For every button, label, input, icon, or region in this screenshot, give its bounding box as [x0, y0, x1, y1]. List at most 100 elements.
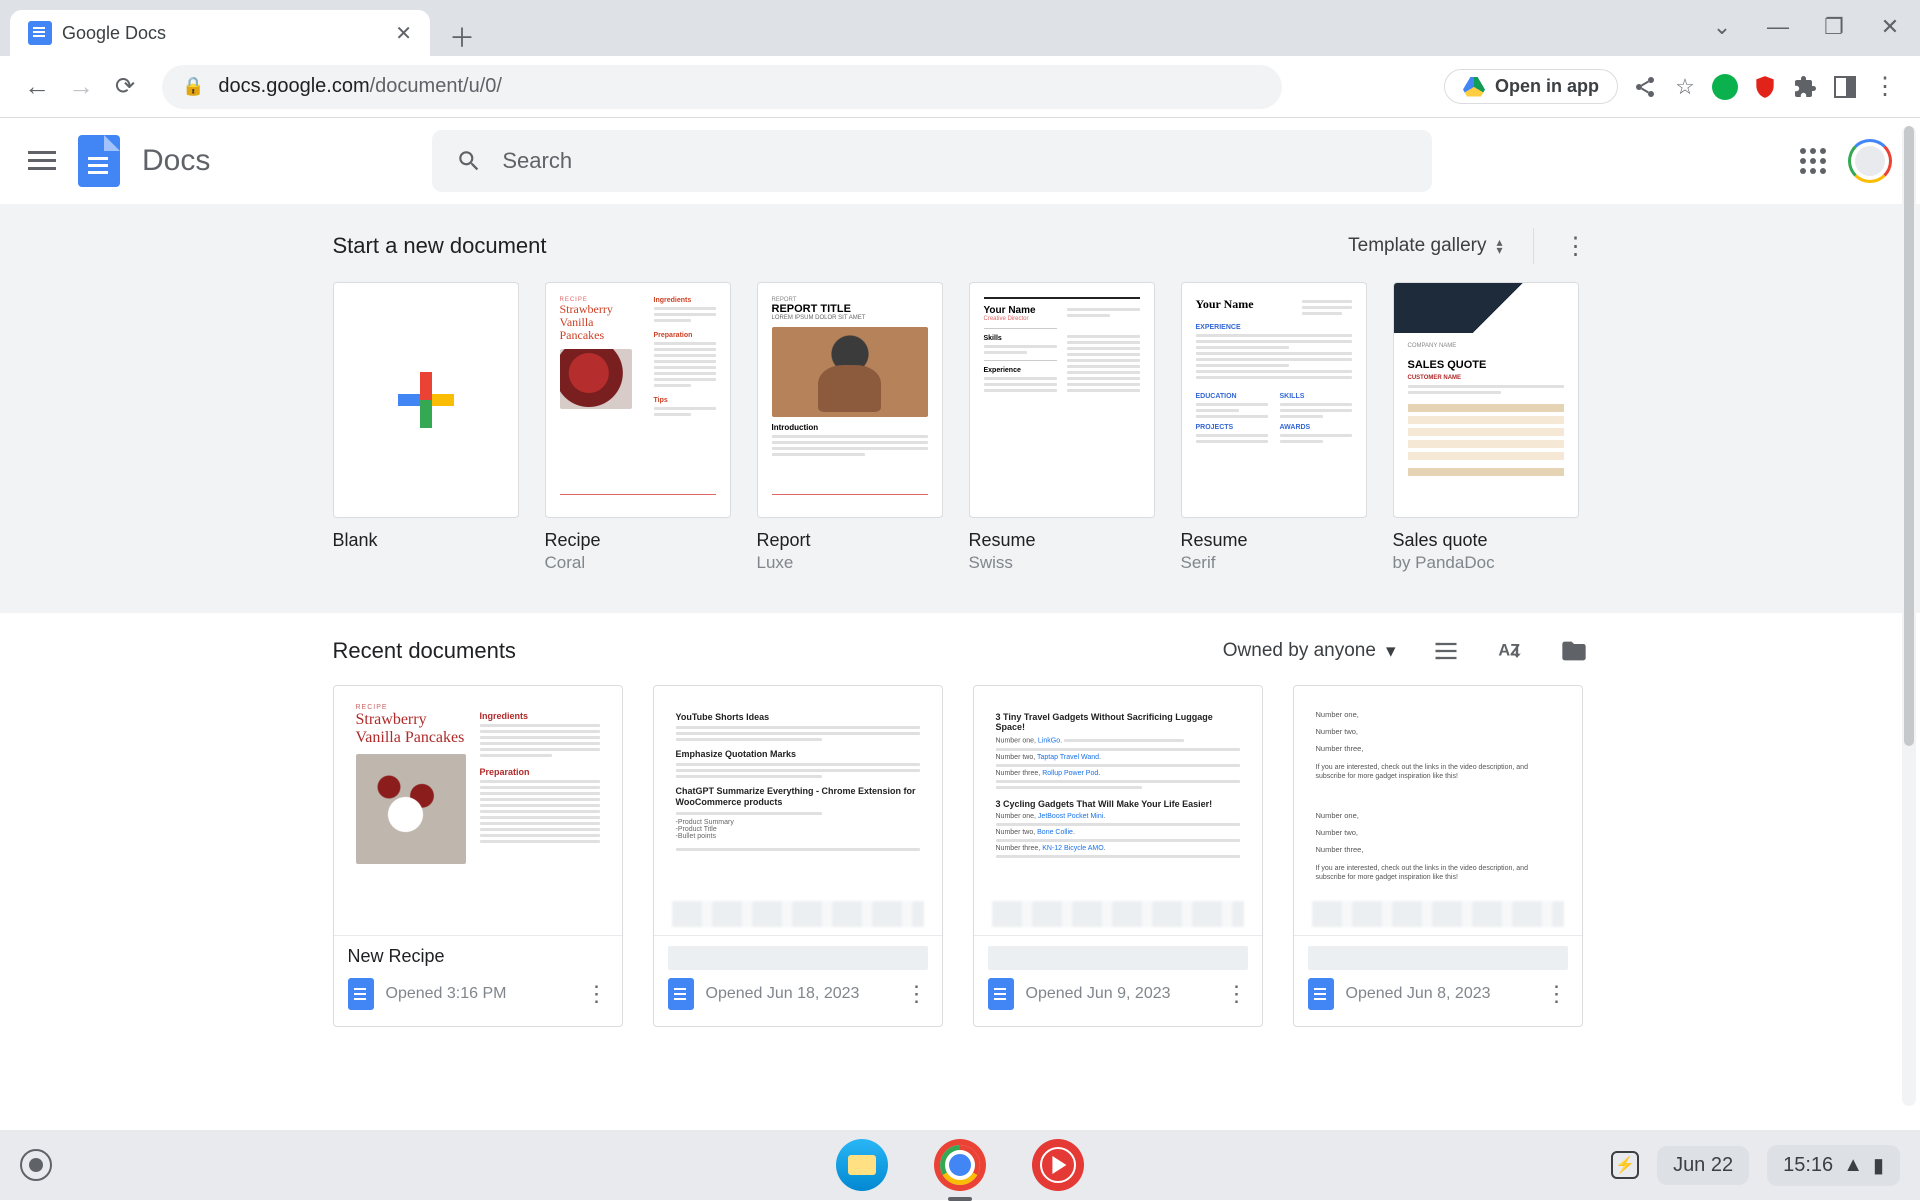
browser-tab[interactable]: Google Docs ✕ — [10, 10, 430, 56]
template-sub: Coral — [545, 553, 731, 573]
wifi-icon: ▲ — [1843, 1154, 1863, 1177]
template-sub: by PandaDoc — [1393, 553, 1579, 573]
tab-close-icon[interactable]: ✕ — [395, 21, 412, 46]
docs-logo-icon[interactable] — [78, 135, 120, 187]
templates-more-icon[interactable]: ⋮ — [1564, 232, 1588, 261]
window-close-icon[interactable]: ✕ — [1876, 14, 1904, 40]
plus-icon — [398, 372, 454, 428]
thumb-sub: LOREM IPSUM DOLOR SIT AMET — [772, 315, 928, 321]
active-app-indicator — [948, 1197, 972, 1201]
extensions-puzzle-icon[interactable] — [1792, 74, 1818, 100]
url-path: /document/u/0/ — [370, 75, 502, 97]
window-controls: ⌄ — ❐ ✕ — [1708, 14, 1904, 40]
doc-more-icon[interactable]: ⋮ — [1546, 981, 1568, 1007]
template-sub: Serif — [1181, 553, 1367, 573]
template-name: Report — [757, 530, 943, 551]
tab-strip: Google Docs ✕ ＋ ⌄ — ❐ ✕ — [0, 0, 1920, 56]
browser-chrome: Google Docs ✕ ＋ ⌄ — ❐ ✕ ← → ⟳ 🔒 docs.goo… — [0, 0, 1920, 118]
search-placeholder: Search — [502, 148, 572, 174]
google-apps-icon[interactable] — [1800, 148, 1826, 174]
shelf-chrome-icon[interactable] — [934, 1139, 986, 1191]
power-status-icon[interactable]: ⚡ — [1611, 1151, 1639, 1179]
shelf-files-icon[interactable] — [836, 1139, 888, 1191]
shelf-youtube-music-icon[interactable] — [1032, 1139, 1084, 1191]
main-menu-button[interactable] — [28, 151, 56, 171]
template-name: Blank — [333, 530, 519, 551]
tab-title: Google Docs — [62, 23, 166, 44]
doc-title-redacted — [668, 946, 928, 970]
docs-file-icon — [668, 978, 694, 1010]
search-input[interactable]: Search — [432, 130, 1432, 192]
template-name: Resume — [969, 530, 1155, 551]
restore-icon[interactable]: ❐ — [1820, 14, 1848, 40]
doc-opened: Opened Jun 8, 2023 — [1346, 985, 1491, 1003]
unfold-icon: ▴▾ — [1496, 238, 1502, 254]
drive-icon — [1463, 77, 1485, 97]
account-avatar[interactable] — [1848, 139, 1892, 183]
doc-more-icon[interactable]: ⋮ — [586, 981, 608, 1007]
thumb-name: Your Name — [984, 305, 1057, 316]
tab-search-icon[interactable]: ⌄ — [1708, 14, 1736, 40]
template-row: Blank RECIPE Strawberry Vanilla Pancakes… — [333, 282, 1588, 573]
doc-card[interactable]: 3 Tiny Travel Gadgets Without Sacrificin… — [973, 685, 1263, 1027]
side-panel-icon[interactable] — [1832, 74, 1858, 100]
address-bar[interactable]: 🔒 docs.google.com/document/u/0/ — [162, 65, 1282, 109]
bookmark-star-icon[interactable]: ☆ — [1672, 74, 1698, 100]
doc-title: New Recipe — [348, 946, 608, 970]
doc-title-redacted — [988, 946, 1248, 970]
reload-button[interactable]: ⟳ — [110, 72, 140, 101]
open-in-app-label: Open in app — [1495, 76, 1599, 97]
search-icon — [456, 148, 482, 174]
template-gallery-label: Template gallery — [1348, 235, 1486, 257]
doc-card[interactable]: Number one, Number two, Number three, If… — [1293, 685, 1583, 1027]
recent-heading: Recent documents — [333, 638, 516, 664]
template-resume-swiss[interactable]: Your Name Creative Director Skills Exper… — [969, 282, 1155, 573]
open-in-app-button[interactable]: Open in app — [1444, 69, 1618, 104]
app-name: Docs — [142, 144, 210, 178]
back-button[interactable]: ← — [22, 71, 52, 102]
doc-opened: Opened 3:16 PM — [386, 985, 507, 1003]
browser-menu-icon[interactable]: ⋮ — [1872, 74, 1898, 100]
template-gallery-button[interactable]: Template gallery ▴▾ — [1348, 235, 1502, 257]
template-sub: Luxe — [757, 553, 943, 573]
template-blank[interactable]: Blank — [333, 282, 519, 573]
share-icon[interactable] — [1632, 74, 1658, 100]
launcher-button[interactable] — [20, 1149, 52, 1181]
template-name: Resume — [1181, 530, 1367, 551]
status-date-pill[interactable]: Jun 22 — [1657, 1146, 1749, 1185]
thumb-ingredients: Ingredients — [654, 297, 716, 304]
template-sales-quote[interactable]: COMPANY NAME SALES QUOTE CUSTOMER NAME — [1393, 282, 1579, 573]
docs-file-icon — [348, 978, 374, 1010]
doc-more-icon[interactable]: ⋮ — [906, 981, 928, 1007]
doc-card[interactable]: RECIPE Strawberry Vanilla Pancakes Ingre… — [333, 685, 623, 1027]
url-host: docs.google.com — [218, 75, 369, 97]
template-sub: Swiss — [969, 553, 1155, 573]
template-name: Sales quote — [1393, 530, 1579, 551]
open-picker-folder-icon[interactable] — [1560, 637, 1588, 665]
lock-icon: 🔒 — [182, 76, 204, 97]
separator — [1533, 228, 1534, 264]
minimize-icon[interactable]: — — [1764, 14, 1792, 40]
doc-more-icon[interactable]: ⋮ — [1226, 981, 1248, 1007]
sort-az-icon[interactable]: AZ — [1496, 637, 1524, 665]
extension-grammarly-icon[interactable] — [1712, 74, 1738, 100]
template-resume-serif[interactable]: Your Name EXPERIENCE EDUCATION PROJECT — [1181, 282, 1367, 573]
new-tab-button[interactable]: ＋ — [442, 16, 482, 56]
forward-button: → — [66, 71, 96, 102]
page-scrollbar[interactable] — [1902, 126, 1916, 1106]
templates-section: Start a new document Template gallery ▴▾… — [0, 204, 1920, 613]
extension-brave-shield-icon[interactable] — [1752, 74, 1778, 100]
doc-opened: Opened Jun 9, 2023 — [1026, 985, 1171, 1003]
template-name: Recipe — [545, 530, 731, 551]
battery-icon: ▮ — [1873, 1153, 1884, 1178]
doc-card[interactable]: YouTube Shorts Ideas Emphasize Quotation… — [653, 685, 943, 1027]
template-report-luxe[interactable]: REPORT REPORT TITLE LOREM IPSUM DOLOR SI… — [757, 282, 943, 573]
status-tray-pill[interactable]: 15:16 ▲ ▮ — [1767, 1145, 1900, 1186]
docs-file-icon — [1308, 978, 1334, 1010]
docs-header: Docs Search — [0, 118, 1920, 204]
os-shelf: ⚡ Jun 22 15:16 ▲ ▮ — [0, 1130, 1920, 1200]
list-view-icon[interactable] — [1432, 637, 1460, 665]
owner-filter[interactable]: Owned by anyone ▾ — [1223, 640, 1396, 663]
template-recipe-coral[interactable]: RECIPE Strawberry Vanilla Pancakes Ingre… — [545, 282, 731, 573]
owner-filter-label: Owned by anyone — [1223, 640, 1376, 662]
